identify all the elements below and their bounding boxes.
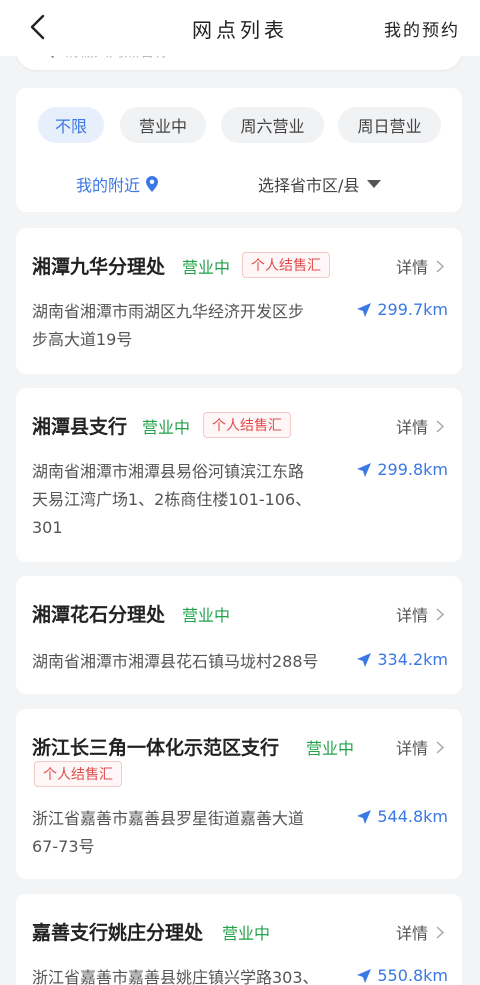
distance-value: 299.7km xyxy=(377,300,448,319)
address-line: 步高大道19号 xyxy=(32,330,133,349)
branch-address: 湖南省湘潭市湘潭县花石镇马垅村288号 xyxy=(32,648,362,676)
distance: 299.7km xyxy=(357,300,448,319)
chevron-right-icon xyxy=(436,607,444,621)
my-appointment-link[interactable]: 我的预约 xyxy=(384,16,460,41)
service-tag: 个人结售汇 xyxy=(34,761,122,787)
address-line: 湖南省湘潭市湘潭县花石镇马垅村288号 xyxy=(32,652,319,671)
status-badge: 营业中 xyxy=(222,924,271,943)
status-badge: 营业中 xyxy=(306,739,355,758)
navigation-arrow-icon xyxy=(357,652,372,667)
distance: 550.8km xyxy=(357,966,448,985)
service-tag: 个人结售汇 xyxy=(203,412,291,438)
chevron-right-icon xyxy=(436,925,444,939)
detail-link[interactable]: 详情 xyxy=(396,735,444,759)
distance-value: 299.8km xyxy=(377,460,448,479)
address-line: 浙江省嘉善市嘉善县姚庄镇兴学路303、 xyxy=(32,968,319,985)
branch-card[interactable]: 湘潭县支行 营业中 个人结售汇 详情 湖南省湘潭市湘潭县易俗河镇滨江东路 天易江… xyxy=(16,388,462,562)
detail-label: 详情 xyxy=(395,258,428,277)
status-badge: 营业中 xyxy=(182,606,231,625)
branch-name: 湘潭花石分理处 xyxy=(32,604,166,626)
branch-name: 嘉善支行姚庄分理处 xyxy=(32,922,204,944)
filter-chip-saturday[interactable]: 周六营业 xyxy=(221,107,324,143)
detail-link[interactable]: 详情 xyxy=(396,920,444,944)
address-line: 浙江省嘉善市嘉善县罗星街道嘉善大道 xyxy=(32,809,305,828)
detail-link[interactable]: 详情 xyxy=(396,602,444,626)
detail-label: 详情 xyxy=(395,606,428,625)
status-badge: 营业中 xyxy=(182,258,231,277)
location-pin-icon xyxy=(146,176,159,192)
navigation-arrow-icon xyxy=(357,302,372,317)
detail-link[interactable]: 详情 xyxy=(396,414,444,438)
chevron-right-icon xyxy=(436,259,444,273)
filter-chip-sunday[interactable]: 周日营业 xyxy=(338,107,441,143)
navigation-arrow-icon xyxy=(357,968,372,983)
address-line: 天易江湾广场1、2栋商住楼101-106、 xyxy=(32,490,312,509)
branch-name: 湘潭县支行 xyxy=(32,416,128,438)
distance: 334.2km xyxy=(357,650,448,669)
branch-address: 浙江省嘉善市嘉善县姚庄镇兴学路303、 xyxy=(32,964,362,985)
branch-name: 浙江长三角一体化示范区支行 xyxy=(32,737,280,759)
branch-address: 湖南省湘潭市湘潭县易俗河镇滨江东路 天易江湾广场1、2栋商住楼101-106、 … xyxy=(32,458,342,542)
region-select[interactable]: 选择省市区/县 xyxy=(258,172,382,196)
distance-value: 544.8km xyxy=(377,807,448,826)
detail-label: 详情 xyxy=(395,739,428,758)
distance-value: 550.8km xyxy=(377,966,448,985)
caret-down-icon xyxy=(367,179,382,188)
chevron-right-icon xyxy=(436,419,444,433)
distance: 299.8km xyxy=(357,460,448,479)
detail-label: 详情 xyxy=(395,418,428,437)
address-line: 67-73号 xyxy=(32,837,95,856)
branch-card[interactable]: 嘉善支行姚庄分理处 营业中 详情 浙江省嘉善市嘉善县姚庄镇兴学路303、 550… xyxy=(16,894,462,985)
detail-label: 详情 xyxy=(395,924,428,943)
branch-card[interactable]: 浙江长三角一体化示范区支行 营业中 个人结售汇 详情 浙江省嘉善市嘉善县罗星街道… xyxy=(16,709,462,879)
detail-link[interactable]: 详情 xyxy=(396,254,444,278)
filter-panel: 不限 营业中 周六营业 周日营业 我的附近 选择省市区/县 xyxy=(16,88,462,212)
chevron-right-icon xyxy=(436,740,444,754)
address-line: 湖南省湘潭市雨湖区九华经济开发区步 xyxy=(32,302,305,321)
navigation-arrow-icon xyxy=(357,809,372,824)
distance: 544.8km xyxy=(357,807,448,826)
branch-address: 浙江省嘉善市嘉善县罗星街道嘉善大道 67-73号 xyxy=(32,805,342,861)
branch-card[interactable]: 湘潭花石分理处 营业中 详情 湖南省湘潭市湘潭县花石镇马垅村288号 334.2… xyxy=(16,576,462,694)
nearby-filter[interactable]: 我的附近 xyxy=(76,172,159,196)
address-line: 湖南省湘潭市湘潭县易俗河镇滨江东路 xyxy=(32,462,305,481)
service-tag: 个人结售汇 xyxy=(242,252,330,278)
branch-address: 湖南省湘潭市雨湖区九华经济开发区步 步高大道19号 xyxy=(32,298,342,354)
filter-chip-open[interactable]: 营业中 xyxy=(120,107,206,143)
filter-chip-all[interactable]: 不限 xyxy=(38,107,104,143)
branch-name: 湘潭九华分理处 xyxy=(32,256,166,278)
nearby-label: 我的附近 xyxy=(76,176,141,195)
branch-card[interactable]: 湘潭九华分理处 营业中 个人结售汇 详情 湖南省湘潭市雨湖区九华经济开发区步 步… xyxy=(16,228,462,374)
navigation-arrow-icon xyxy=(357,462,372,477)
top-bar: 网点列表 我的预约 xyxy=(0,0,480,56)
region-label: 选择省市区/县 xyxy=(258,176,360,195)
address-line: 301 xyxy=(32,518,63,537)
distance-value: 334.2km xyxy=(377,650,448,669)
status-badge: 营业中 xyxy=(142,418,191,437)
